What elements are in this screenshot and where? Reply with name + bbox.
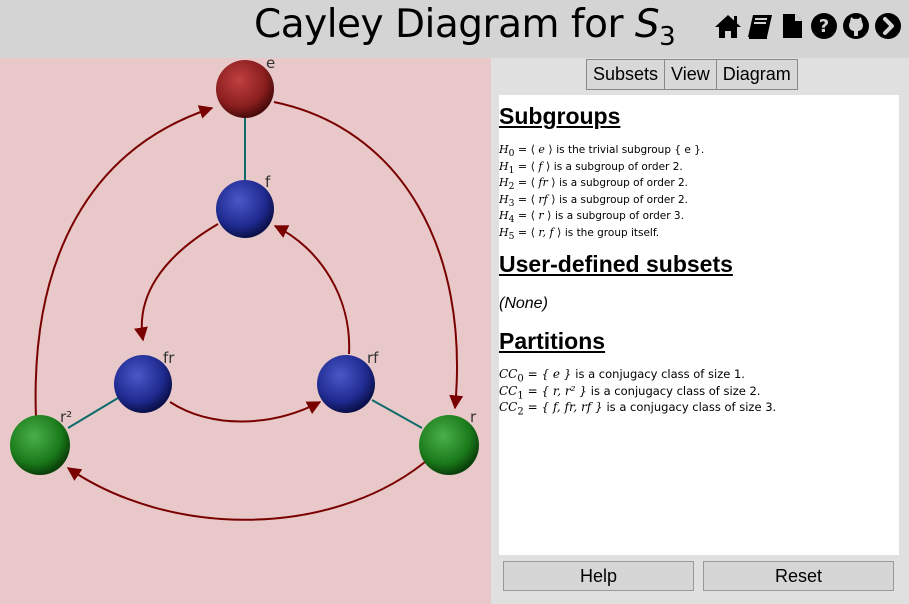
subgroup-row[interactable]: H4 = ⟨ r ⟩ is a subgroup of order 3. — [499, 208, 704, 225]
partition-row[interactable]: CC2 = { f, fr, rf } is a conjugacy class… — [499, 399, 776, 417]
home-icon[interactable] — [713, 11, 743, 41]
subgroup-row[interactable]: H2 = ⟨ fr ⟩ is a subgroup of order 2. — [499, 175, 704, 192]
next-icon[interactable] — [873, 11, 903, 41]
help-button[interactable]: Help — [503, 561, 694, 591]
title-group-subscript: 3 — [659, 22, 676, 52]
user-subsets-heading: User-defined subsets — [499, 251, 733, 277]
arrow-rf-to-f — [273, 225, 351, 355]
node-label-r: r — [470, 408, 477, 426]
cayley-diagram-canvas[interactable]: e f fr rf r² r — [0, 58, 491, 604]
partition-row[interactable]: CC1 = { r, r² } is a conjugacy class of … — [499, 383, 776, 401]
node-e[interactable]: e — [216, 58, 275, 118]
node-rf[interactable]: rf — [317, 349, 379, 413]
partitions-heading: Partitions — [499, 328, 606, 354]
tab-subsets[interactable]: Subsets — [586, 59, 666, 90]
arrow-e-to-r — [273, 101, 464, 410]
subgroup-row[interactable]: H3 = ⟨ rf ⟩ is a subgroup of order 2. — [499, 192, 704, 209]
control-panel: Subsets View Diagram Subgroups H0 = ⟨ e … — [491, 58, 909, 604]
subgroups-list: H0 = ⟨ e ⟩ is the trivial subgroup { e }… — [499, 142, 704, 242]
node-label-r2: r² — [60, 408, 72, 426]
link-fr-r2 — [67, 397, 119, 429]
node-label-e: e — [266, 58, 275, 72]
node-label-f: f — [265, 173, 271, 191]
help-icon[interactable]: ? — [809, 11, 839, 41]
node-label-rf: rf — [367, 349, 379, 367]
cayley-diagram-svg[interactable]: e f fr rf r² r — [0, 58, 491, 604]
node-fr[interactable]: fr — [114, 349, 175, 413]
title-group-name: S — [634, 2, 660, 47]
link-rf-r — [371, 399, 423, 429]
subsets-panel: Subgroups H0 = ⟨ e ⟩ is the trivial subg… — [499, 95, 899, 555]
file-icon[interactable] — [777, 11, 807, 41]
github-icon[interactable] — [841, 11, 871, 41]
subgroups-heading: Subgroups — [499, 103, 621, 129]
subgroup-row[interactable]: H5 = ⟨ r, f ⟩ is the group itself. — [499, 225, 704, 242]
page-title: Cayley Diagram for S3 — [254, 2, 676, 52]
subgroup-row[interactable]: H0 = ⟨ e ⟩ is the trivial subgroup { e }… — [499, 142, 704, 159]
partition-row[interactable]: CC0 = { e } is a conjugacy class of size… — [499, 366, 776, 384]
node-label-fr: fr — [163, 349, 175, 367]
arrow-f-to-fr — [134, 223, 219, 342]
tab-diagram[interactable]: Diagram — [715, 59, 798, 90]
user-subsets-empty: (None) — [499, 295, 548, 312]
node-r[interactable]: r — [419, 408, 479, 475]
partitions-list: CC0 = { e } is a conjugacy class of size… — [499, 366, 776, 418]
arrow-r-to-r2 — [66, 461, 426, 521]
tab-view[interactable]: View — [664, 59, 717, 90]
arrow-fr-to-rf — [169, 401, 322, 423]
title-prefix: Cayley Diagram for — [254, 2, 635, 47]
header-bar: Cayley Diagram for S3 ? — [0, 0, 909, 58]
subgroup-row[interactable]: H1 = ⟨ f ⟩ is a subgroup of order 2. — [499, 159, 704, 176]
node-r2[interactable]: r² — [10, 408, 72, 475]
node-f[interactable]: f — [216, 173, 274, 238]
svg-text:?: ? — [819, 16, 829, 37]
reset-button[interactable]: Reset — [703, 561, 894, 591]
book-icon[interactable] — [745, 11, 775, 41]
toolbar-icons: ? — [713, 10, 903, 42]
tab-bar: Subsets View Diagram — [586, 59, 798, 90]
